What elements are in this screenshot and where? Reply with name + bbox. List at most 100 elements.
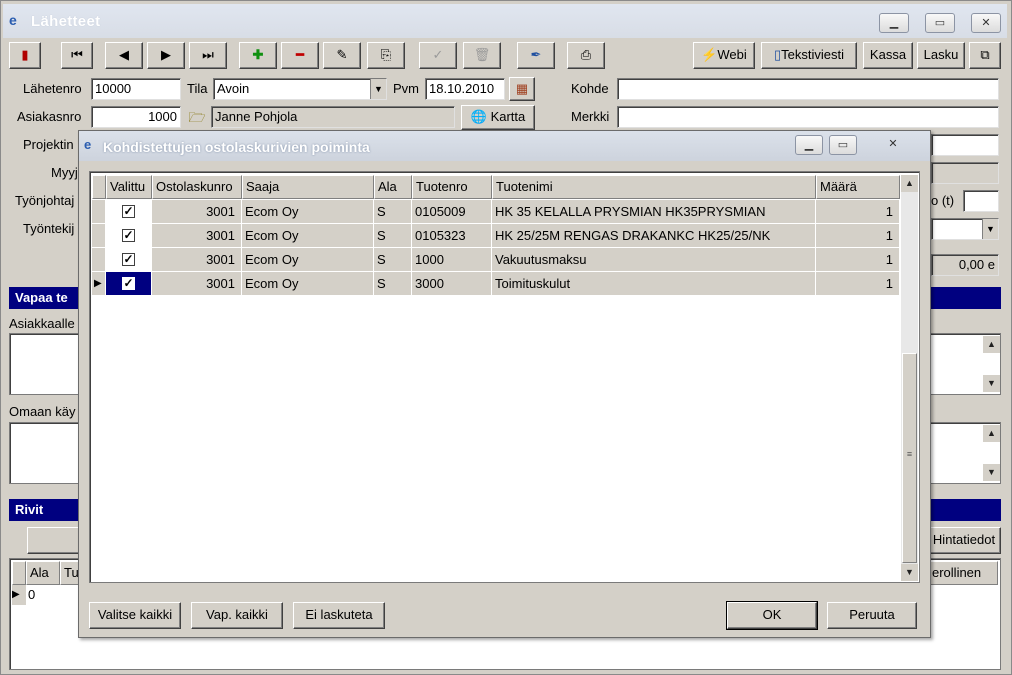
kohde-label: Kohde	[571, 81, 609, 96]
cell-tuotenimi: Toimituskulut	[492, 272, 816, 296]
column-header-ostolaskunro[interactable]: Ostolaskunro	[152, 175, 242, 199]
valitse-kaikki-button[interactable]: Valitse kaikki	[89, 602, 181, 629]
kassa-button[interactable]: Kassa	[863, 42, 913, 69]
hintatiedot-button[interactable]: Hintatiedot	[927, 527, 1001, 554]
copy-icon[interactable]: ⎘	[367, 42, 405, 69]
column-header-tuotenimi[interactable]: Tuotenimi	[492, 175, 816, 199]
omaan-label: Omaan käy	[9, 404, 76, 419]
last-record-icon[interactable]: ⏭	[189, 42, 227, 69]
toolbar: ▮ ⏮ ◀ ▶ ⏭ ✚ ━ ✎ ⎘ ✓ 🗑 ✒ ⎙ ⚡Webi ▯Tekstiv…	[3, 39, 1007, 73]
column-header-ala[interactable]: Ala	[374, 175, 412, 199]
projekti-field[interactable]	[931, 134, 999, 156]
folder-icon[interactable]: 🗁	[185, 107, 209, 129]
rivit-row-ala[interactable]: 0	[28, 585, 58, 605]
asiakasnro-label: Asiakasnro	[17, 109, 82, 124]
column-header-tuotenro[interactable]: Tuotenro	[412, 175, 492, 199]
cell-tuotenro: 0105323	[412, 224, 492, 248]
dialog-title-bar: e Kohdistettujen ostolaskurivien poimint…	[79, 131, 930, 161]
add-icon[interactable]: ✚	[239, 42, 277, 69]
webi-button[interactable]: ⚡Webi	[693, 42, 755, 69]
cell-maara: 1	[816, 224, 900, 248]
dialog-title: Kohdistettujen ostolaskurivien poiminta	[103, 139, 370, 155]
merkki-field[interactable]	[617, 106, 999, 128]
maximize-button[interactable]: ▭	[925, 13, 955, 33]
kohde-field[interactable]	[617, 78, 999, 100]
column-header-verollinen[interactable]: erollinen	[928, 561, 998, 585]
window-title: Lähetteet	[31, 13, 101, 30]
dialog-minimize-button[interactable]: ▁	[795, 135, 823, 155]
trash-icon[interactable]: 🗑	[463, 42, 501, 69]
app-icon: e	[9, 12, 17, 28]
ei-laskuteta-button[interactable]: Ei laskuteta	[293, 602, 385, 629]
valittu-checkbox[interactable]: ✓	[106, 200, 152, 224]
accept-icon[interactable]: ✓	[419, 42, 457, 69]
first-record-icon[interactable]: ⏮	[61, 42, 93, 69]
cell-ostolaskunro: 3001	[152, 224, 242, 248]
tyontekija-select[interactable]: ▼	[931, 218, 999, 240]
scroll-up-icon[interactable]: ▲	[901, 175, 918, 192]
chevron-down-icon[interactable]: ▼	[370, 79, 386, 99]
dialog-close-button[interactable]: ✕	[873, 135, 913, 155]
grid-scrollbar[interactable]: ▲ ≡ ▼	[901, 175, 918, 581]
column-header-maara[interactable]: Määrä	[816, 175, 900, 199]
asiakas-nimi-field: Janne Pohjola	[211, 106, 455, 128]
alv-field[interactable]	[963, 190, 999, 212]
windows-icon[interactable]: ⧉	[969, 42, 1001, 69]
checkmark-icon: ✓	[122, 276, 135, 290]
close-button[interactable]: ✕	[971, 13, 1001, 33]
row-indicator	[92, 248, 106, 272]
asiakasnro-field[interactable]: 1000	[91, 106, 181, 128]
cell-tuotenimi: Vakuutusmaksu	[492, 248, 816, 272]
cell-tuotenimi: HK 25/25M RENGAS DRAKANKC HK25/25/NK	[492, 224, 816, 248]
row-pointer-icon: ▶	[12, 585, 26, 605]
tila-select[interactable]: Avoin ▼	[213, 78, 387, 100]
cell-saaja: Ecom Oy	[242, 224, 374, 248]
exit-icon[interactable]: ▮	[9, 42, 41, 69]
ok-button[interactable]: OK	[726, 601, 818, 630]
column-header-ala[interactable]: Ala	[26, 561, 60, 585]
valittu-checkbox[interactable]: ✓	[106, 272, 152, 296]
prev-record-icon[interactable]: ◀	[105, 42, 143, 69]
cell-ostolaskunro: 3001	[152, 200, 242, 224]
lahetenro-field[interactable]: 10000	[91, 78, 181, 100]
tila-label: Tila	[187, 81, 208, 96]
cell-ala: S	[374, 248, 412, 272]
edit-icon[interactable]: ✎	[323, 42, 361, 69]
scroll-down-icon[interactable]: ▼	[983, 464, 1000, 481]
tekstiviesti-button[interactable]: ▯Tekstiviesti	[761, 42, 857, 69]
lasku-button[interactable]: Lasku	[917, 42, 965, 69]
peruuta-button[interactable]: Peruuta	[827, 602, 917, 629]
scroll-up-icon[interactable]: ▲	[983, 336, 1000, 353]
dialog-maximize-button[interactable]: ▭	[829, 135, 857, 155]
next-record-icon[interactable]: ▶	[147, 42, 185, 69]
checkmark-icon: ✓	[122, 252, 135, 266]
calendar-icon[interactable]: ▦	[509, 77, 535, 101]
cell-ala: S	[374, 200, 412, 224]
scroll-down-icon[interactable]: ▼	[983, 375, 1000, 392]
poiminta-dialog: e Kohdistettujen ostolaskurivien poimint…	[78, 130, 931, 638]
print-icon[interactable]: ⎙	[567, 42, 605, 69]
chevron-down-icon[interactable]: ▼	[982, 219, 998, 239]
pen-icon[interactable]: ✒	[517, 42, 555, 69]
cell-maara: 1	[816, 200, 900, 224]
remove-icon[interactable]: ━	[281, 42, 319, 69]
purchase-rows-grid[interactable]: Valittu Ostolaskunro Saaja Ala Tuotenro …	[89, 171, 920, 583]
minimize-button[interactable]: ▁	[879, 13, 909, 33]
scroll-thumb[interactable]: ≡	[902, 353, 917, 563]
cell-ala: S	[374, 224, 412, 248]
vap-kaikki-button[interactable]: Vap. kaikki	[191, 602, 283, 629]
asiakkaalle-label: Asiakkaalle	[9, 316, 75, 331]
kartta-button[interactable]: 🌐 Kartta	[461, 105, 535, 130]
column-header-valittu[interactable]: Valittu	[106, 175, 152, 199]
valittu-checkbox[interactable]: ✓	[106, 248, 152, 272]
cell-ala: S	[374, 272, 412, 296]
myyja-label: Myyj	[51, 165, 78, 180]
title-bar: e Lähetteet ▁ ▭ ✕	[3, 4, 1007, 38]
scroll-down-icon[interactable]: ▼	[901, 564, 918, 581]
scroll-up-icon[interactable]: ▲	[983, 425, 1000, 442]
column-header-tu[interactable]: Tu	[60, 561, 80, 585]
valittu-checkbox[interactable]: ✓	[106, 224, 152, 248]
pvm-field[interactable]: 18.10.2010	[425, 78, 505, 100]
column-header-saaja[interactable]: Saaja	[242, 175, 374, 199]
tyonjohtaja-label: Työnjohtaj	[15, 193, 75, 208]
